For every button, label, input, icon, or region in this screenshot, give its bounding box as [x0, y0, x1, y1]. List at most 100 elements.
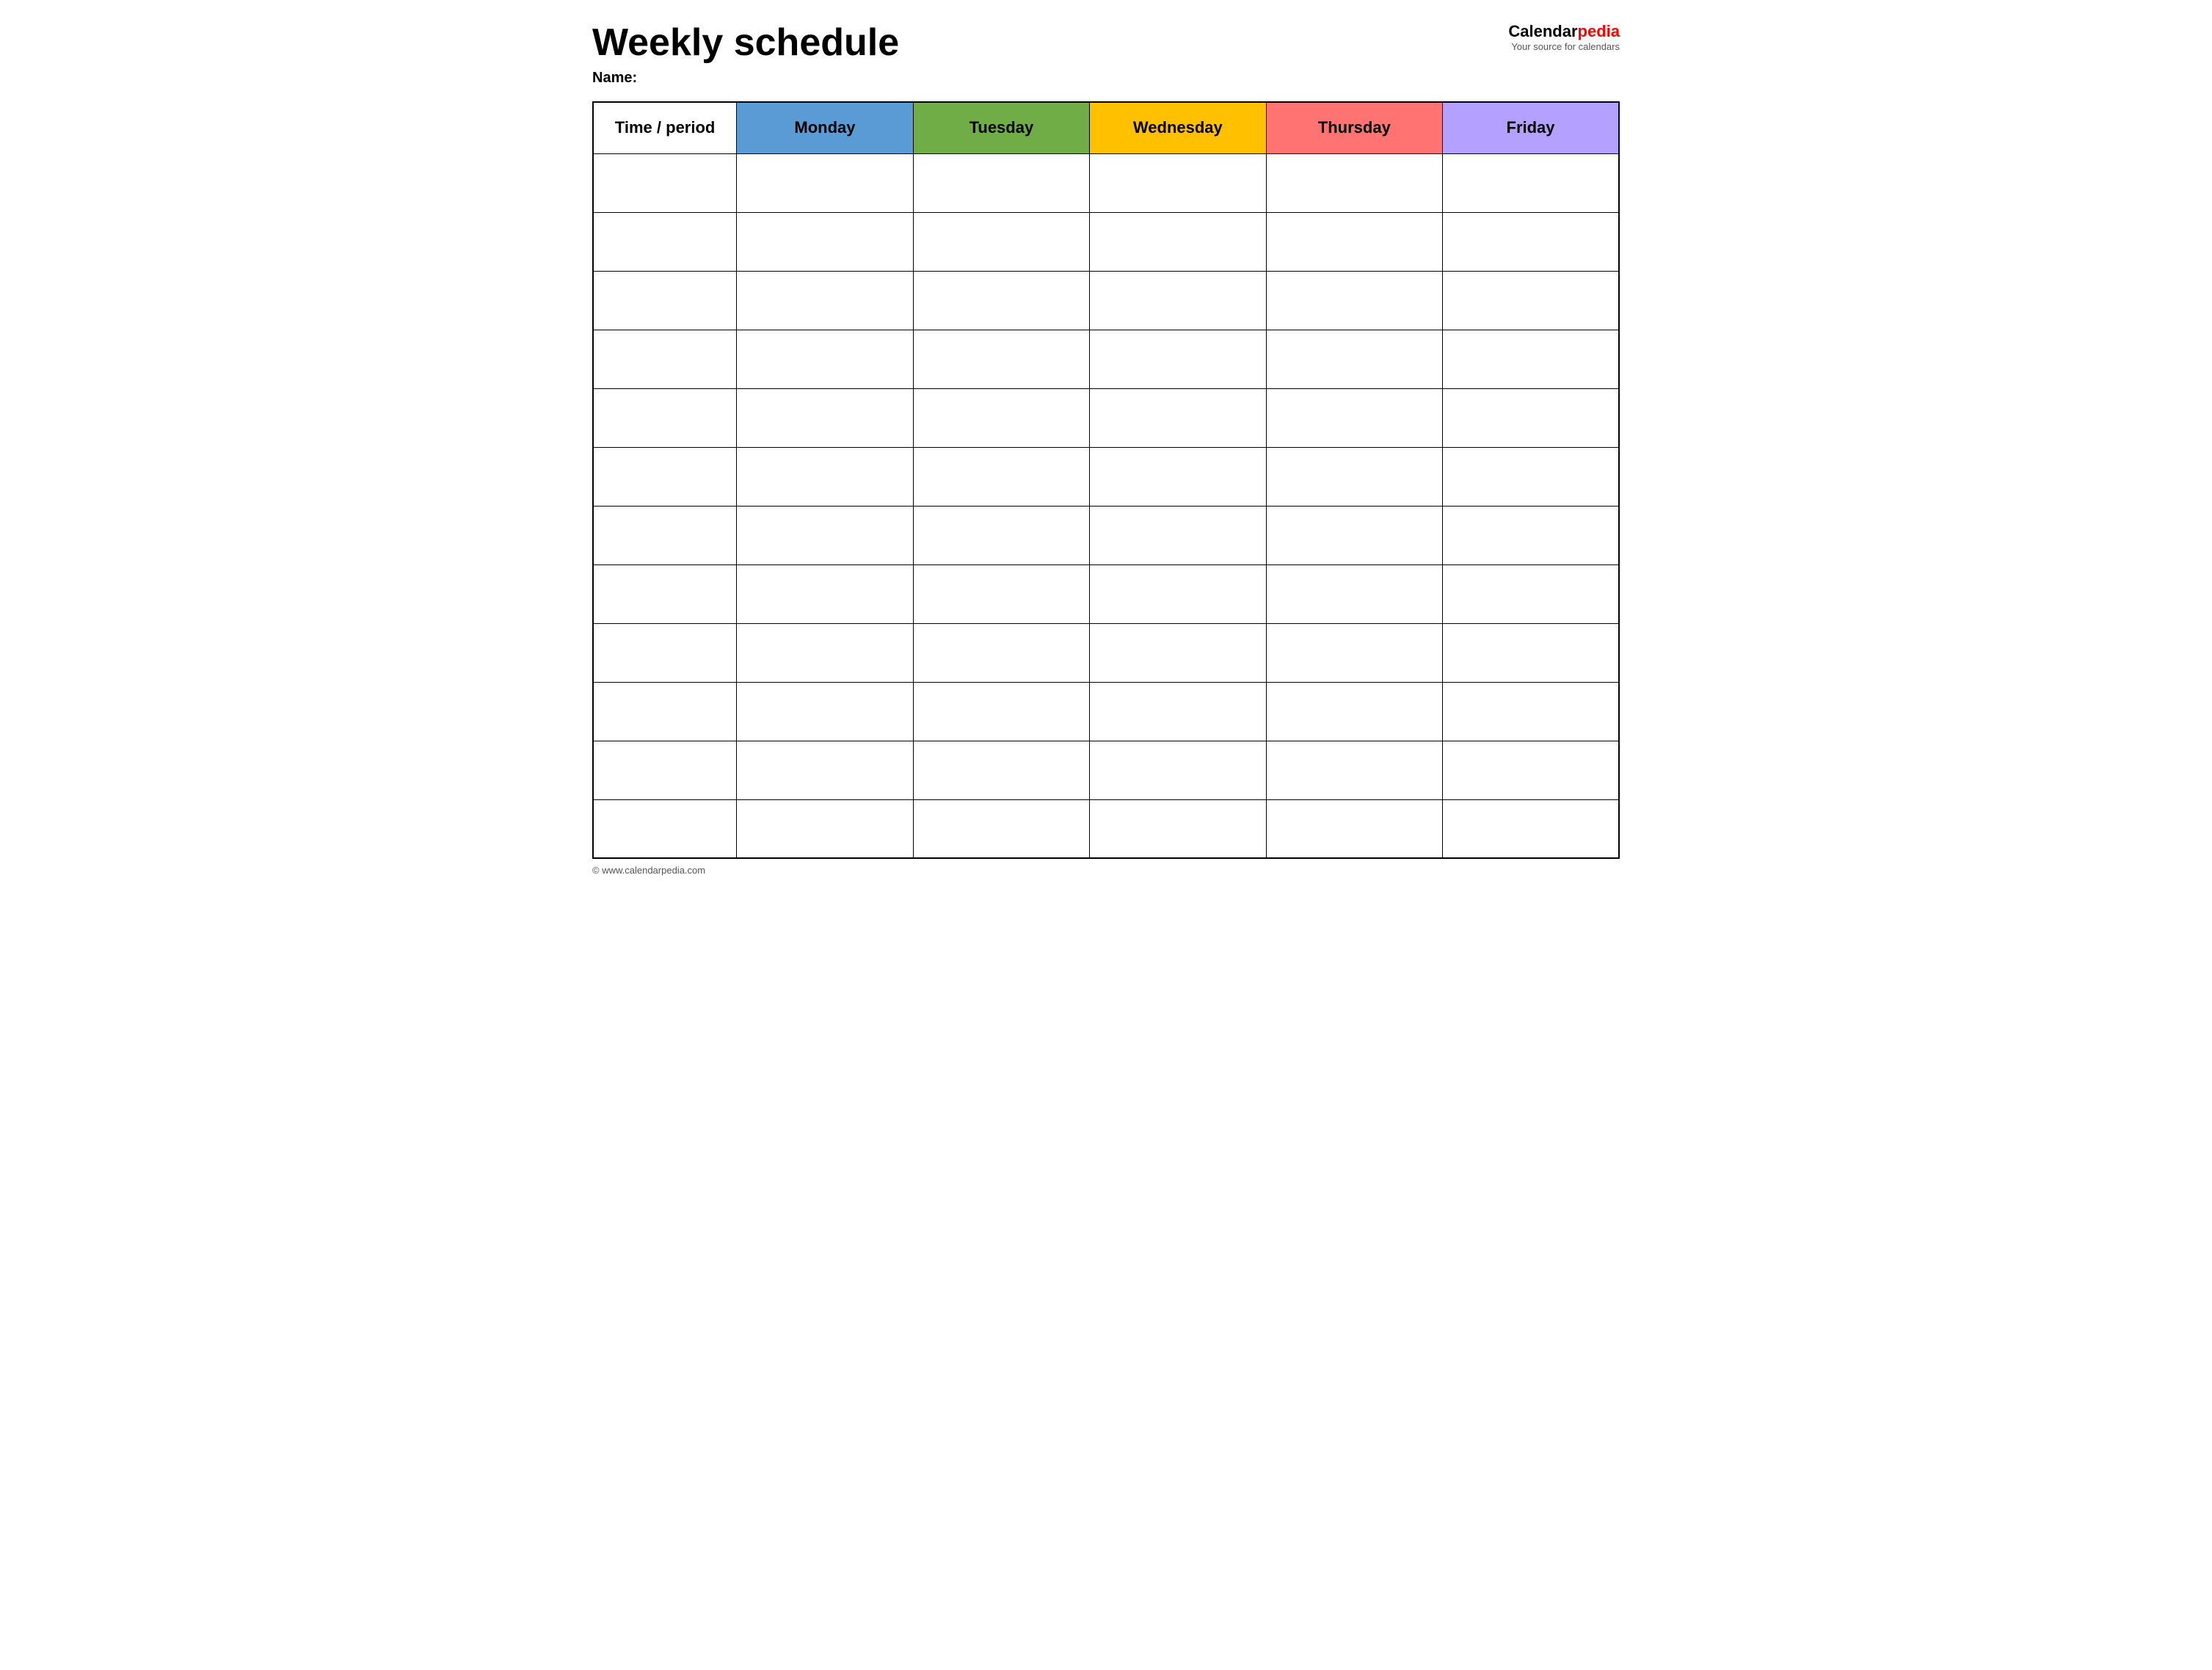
schedule-cell[interactable] [737, 330, 913, 388]
schedule-cell[interactable] [913, 564, 1089, 623]
schedule-cell[interactable] [737, 212, 913, 271]
schedule-cell[interactable] [737, 741, 913, 799]
table-row [593, 564, 1619, 623]
schedule-cell[interactable] [913, 623, 1089, 682]
time-cell[interactable] [593, 741, 737, 799]
schedule-cell[interactable] [1266, 623, 1442, 682]
schedule-cell[interactable] [1090, 506, 1266, 564]
schedule-cell[interactable] [737, 506, 913, 564]
schedule-cell[interactable] [1443, 564, 1619, 623]
table-row [593, 153, 1619, 212]
schedule-cell[interactable] [913, 330, 1089, 388]
schedule-cell[interactable] [1266, 682, 1442, 741]
schedule-cell[interactable] [1266, 212, 1442, 271]
schedule-cell[interactable] [913, 447, 1089, 506]
col-header-wednesday: Wednesday [1090, 102, 1266, 153]
schedule-cell[interactable] [737, 271, 913, 330]
schedule-cell[interactable] [1266, 388, 1442, 447]
schedule-cell[interactable] [1266, 506, 1442, 564]
schedule-cell[interactable] [1090, 330, 1266, 388]
table-row [593, 682, 1619, 741]
time-cell[interactable] [593, 388, 737, 447]
time-cell[interactable] [593, 330, 737, 388]
schedule-cell[interactable] [913, 682, 1089, 741]
table-row [593, 447, 1619, 506]
name-label: Name: [592, 70, 1458, 87]
time-cell[interactable] [593, 799, 737, 858]
schedule-cell[interactable] [913, 741, 1089, 799]
schedule-cell[interactable] [737, 682, 913, 741]
schedule-cell[interactable] [1090, 153, 1266, 212]
schedule-cell[interactable] [1266, 330, 1442, 388]
schedule-cell[interactable] [1443, 271, 1619, 330]
schedule-cell[interactable] [1266, 741, 1442, 799]
logo-pedia-text: pedia [1578, 22, 1620, 40]
col-header-tuesday: Tuesday [913, 102, 1089, 153]
time-cell[interactable] [593, 623, 737, 682]
schedule-cell[interactable] [737, 153, 913, 212]
schedule-cell[interactable] [913, 212, 1089, 271]
schedule-cell[interactable] [1443, 623, 1619, 682]
col-header-friday: Friday [1443, 102, 1619, 153]
schedule-cell[interactable] [1266, 153, 1442, 212]
schedule-cell[interactable] [1443, 682, 1619, 741]
schedule-cell[interactable] [737, 388, 913, 447]
time-cell[interactable] [593, 506, 737, 564]
schedule-cell[interactable] [737, 623, 913, 682]
schedule-cell[interactable] [1090, 388, 1266, 447]
schedule-cell[interactable] [913, 506, 1089, 564]
logo-text: Calendarpedia [1458, 22, 1620, 41]
schedule-cell[interactable] [1090, 564, 1266, 623]
schedule-cell[interactable] [913, 388, 1089, 447]
schedule-cell[interactable] [1090, 741, 1266, 799]
schedule-cell[interactable] [1443, 506, 1619, 564]
col-header-time: Time / period [593, 102, 737, 153]
schedule-cell[interactable] [1443, 741, 1619, 799]
title-area: Weekly schedule Name: [592, 22, 1458, 87]
schedule-cell[interactable] [913, 153, 1089, 212]
schedule-cell[interactable] [1266, 564, 1442, 623]
schedule-cell[interactable] [1090, 682, 1266, 741]
schedule-table: Time / period Monday Tuesday Wednesday T… [592, 101, 1620, 859]
time-cell[interactable] [593, 682, 737, 741]
schedule-cell[interactable] [1090, 799, 1266, 858]
logo-area: Calendarpedia Your source for calendars [1458, 22, 1620, 52]
schedule-cell[interactable] [1090, 447, 1266, 506]
schedule-cell[interactable] [1266, 447, 1442, 506]
time-cell[interactable] [593, 271, 737, 330]
schedule-cell[interactable] [1266, 799, 1442, 858]
schedule-cell[interactable] [1443, 799, 1619, 858]
time-cell[interactable] [593, 153, 737, 212]
schedule-cell[interactable] [913, 271, 1089, 330]
page-title: Weekly schedule [592, 22, 1458, 64]
table-header-row: Time / period Monday Tuesday Wednesday T… [593, 102, 1619, 153]
schedule-cell[interactable] [737, 799, 913, 858]
table-row [593, 623, 1619, 682]
table-row [593, 506, 1619, 564]
col-header-thursday: Thursday [1266, 102, 1442, 153]
schedule-cell[interactable] [1443, 388, 1619, 447]
schedule-cell[interactable] [1443, 153, 1619, 212]
schedule-cell[interactable] [1090, 623, 1266, 682]
header-section: Weekly schedule Name: Calendarpedia Your… [592, 22, 1620, 87]
schedule-cell[interactable] [1090, 271, 1266, 330]
schedule-cell[interactable] [913, 799, 1089, 858]
schedule-cell[interactable] [1443, 330, 1619, 388]
schedule-cell[interactable] [1090, 212, 1266, 271]
time-cell[interactable] [593, 212, 737, 271]
schedule-cell[interactable] [1443, 212, 1619, 271]
schedule-cell[interactable] [737, 564, 913, 623]
page-container: Weekly schedule Name: Calendarpedia Your… [592, 22, 1620, 876]
time-cell[interactable] [593, 447, 737, 506]
logo-tagline: Your source for calendars [1458, 41, 1620, 52]
logo-calendar-text: Calendar [1508, 22, 1577, 40]
schedule-cell[interactable] [1443, 447, 1619, 506]
table-row [593, 330, 1619, 388]
copyright-text: © www.calendarpedia.com [592, 865, 705, 876]
table-row [593, 741, 1619, 799]
table-row [593, 799, 1619, 858]
schedule-cell[interactable] [1266, 271, 1442, 330]
col-header-monday: Monday [737, 102, 913, 153]
schedule-cell[interactable] [737, 447, 913, 506]
time-cell[interactable] [593, 564, 737, 623]
